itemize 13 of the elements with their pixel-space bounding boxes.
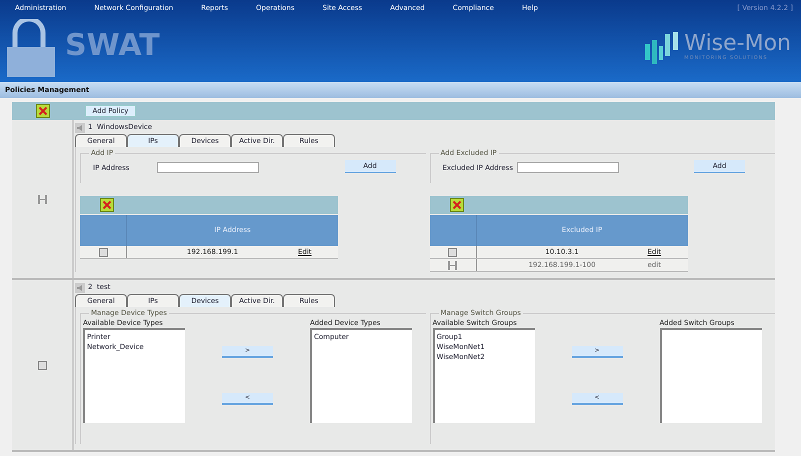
brand-name: Wise-Mon xyxy=(684,33,791,56)
delete-icon[interactable] xyxy=(36,104,50,118)
checkbox[interactable] xyxy=(38,360,46,370)
checkbox[interactable] xyxy=(98,248,108,256)
speaker-icon[interactable] xyxy=(75,282,85,292)
speaker-icon[interactable] xyxy=(75,122,85,132)
delete-icon[interactable] xyxy=(450,198,464,212)
input-field[interactable] xyxy=(516,162,619,173)
delete-icon[interactable] xyxy=(100,198,114,212)
input-field[interactable] xyxy=(157,162,259,173)
logo-text: SWAT xyxy=(65,26,160,64)
list-box[interactable] xyxy=(660,328,762,423)
checkbox[interactable] xyxy=(448,248,457,256)
